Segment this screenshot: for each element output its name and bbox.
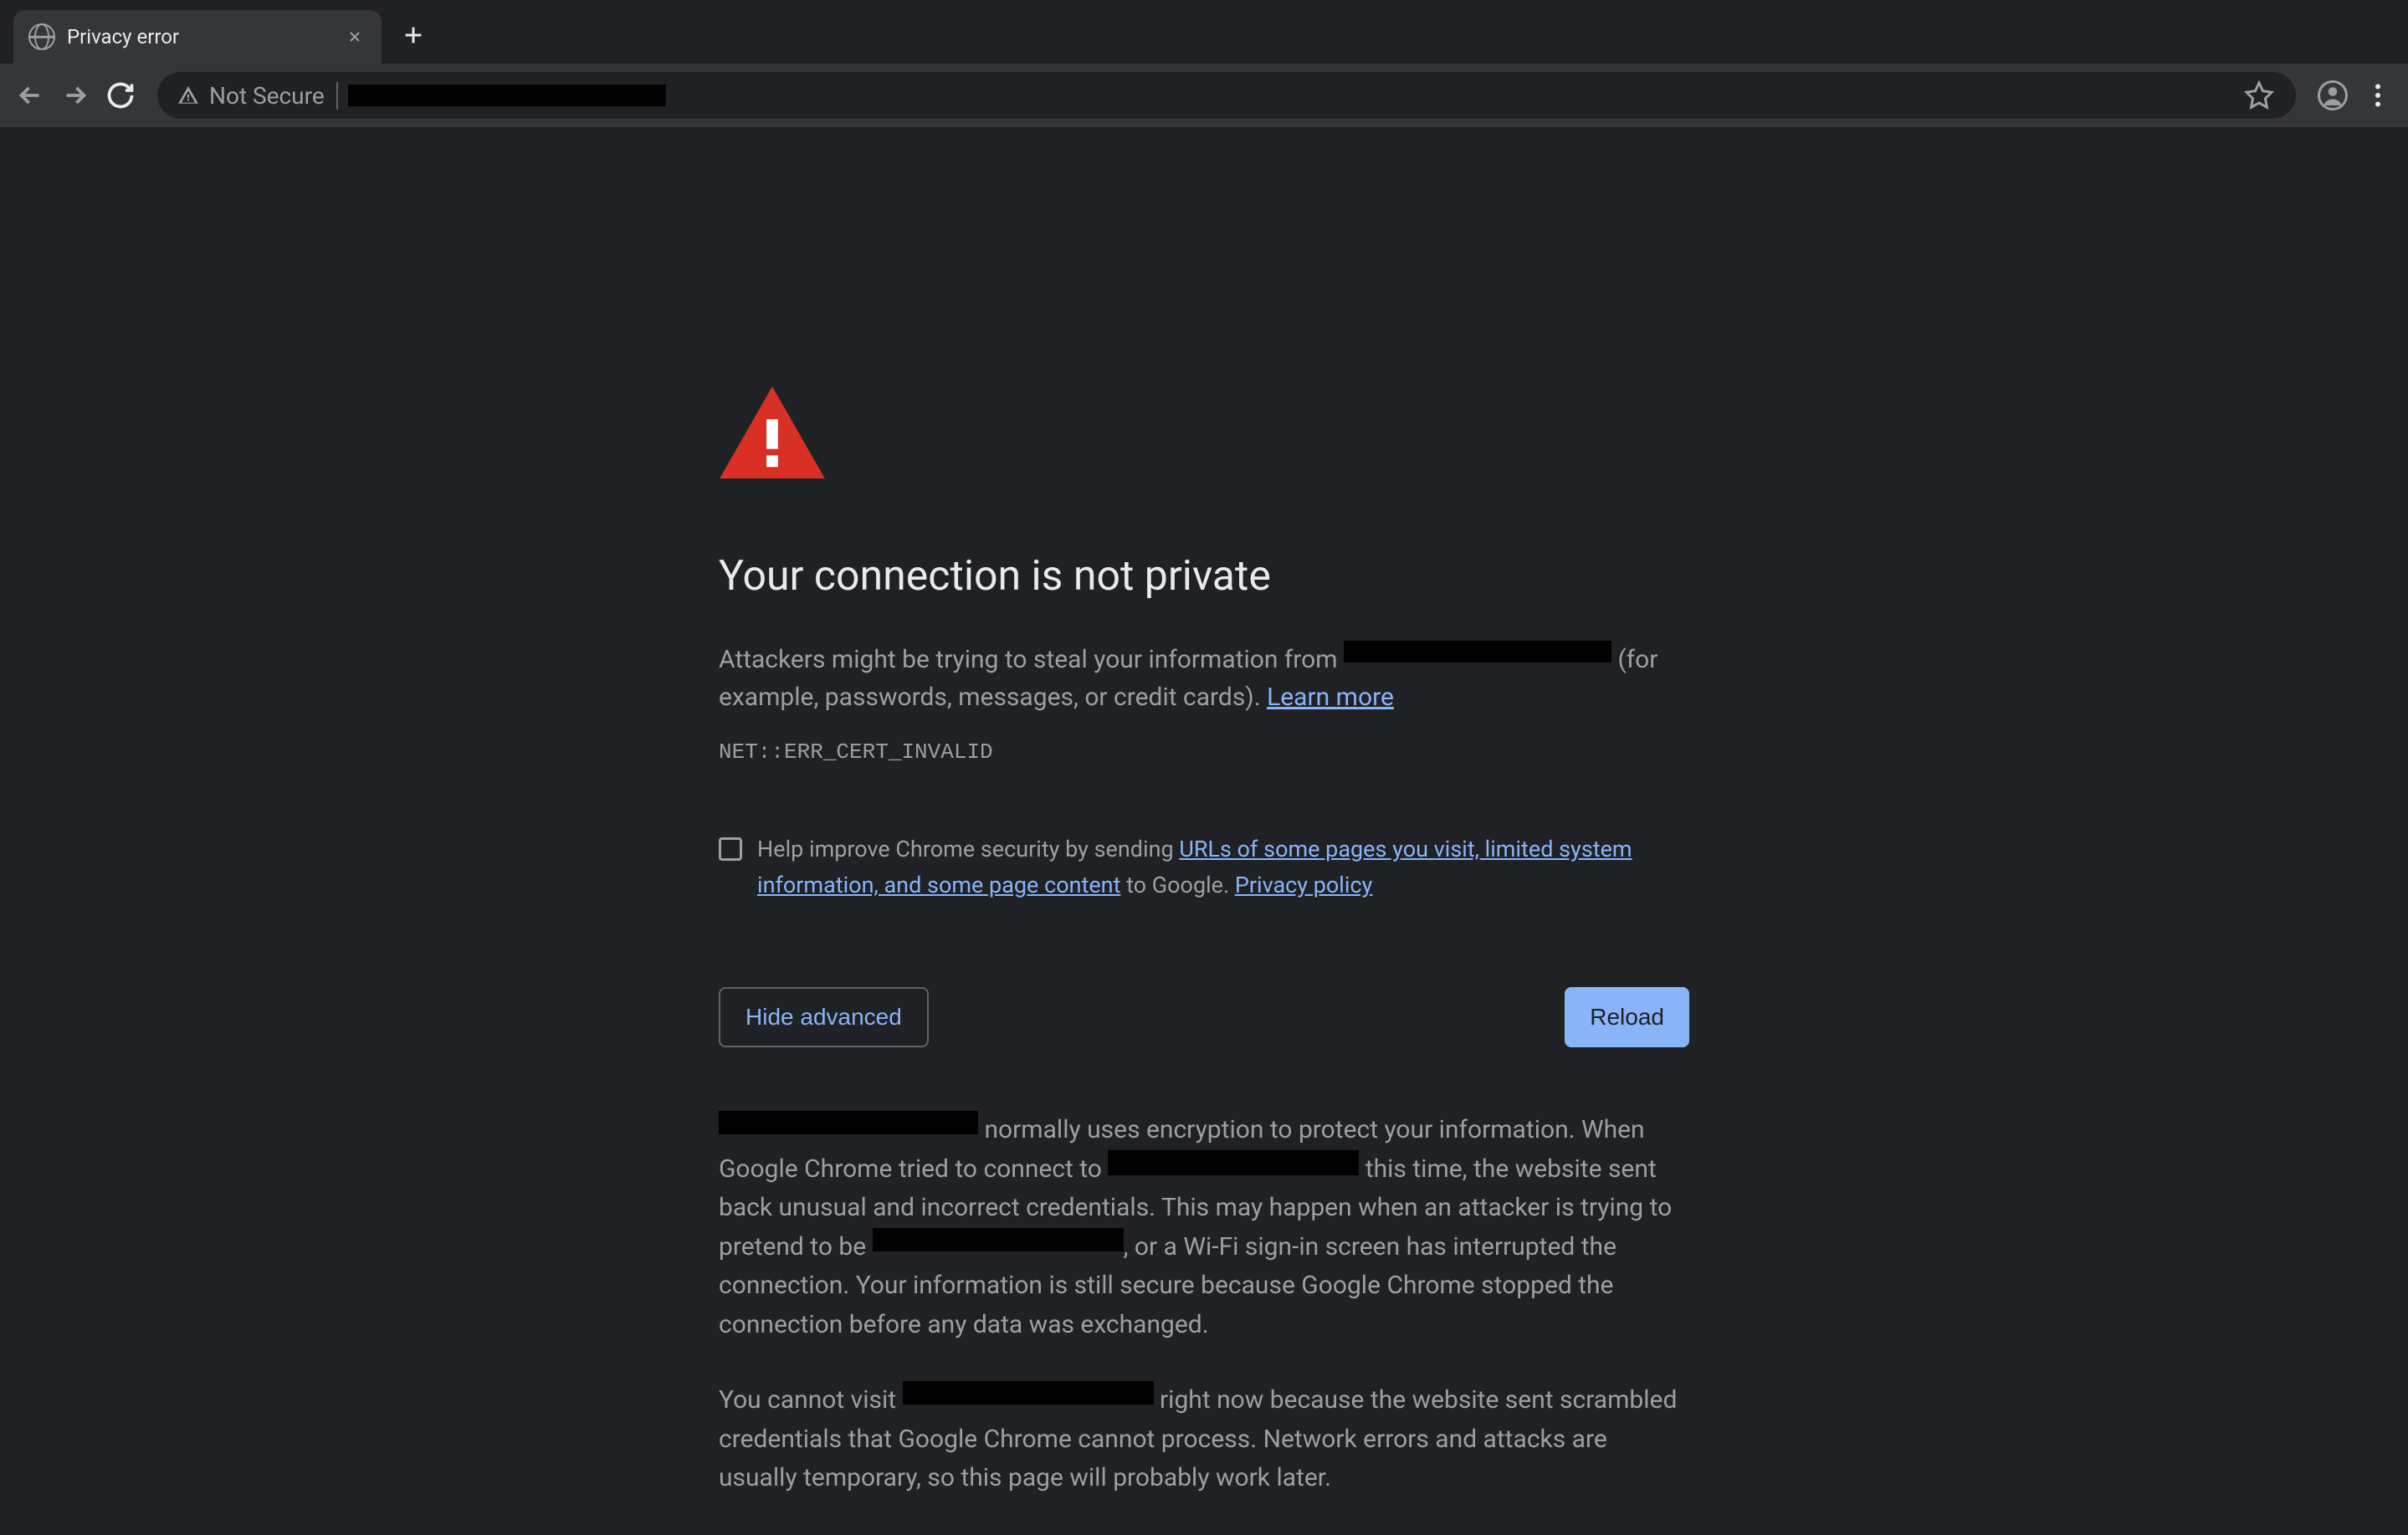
address-bar[interactable]: Not Secure [157, 72, 2296, 119]
close-tab-button[interactable] [343, 25, 366, 49]
profile-button[interactable] [2316, 79, 2349, 112]
help-improve-row: Help improve Chrome security by sending … [719, 831, 1689, 903]
tab-title: Privacy error [67, 25, 331, 49]
warning-icon [719, 386, 1689, 482]
hide-advanced-button[interactable]: Hide advanced [719, 987, 929, 1047]
warning-triangle-icon [177, 84, 199, 106]
error-description: Attackers might be trying to steal your … [719, 641, 1689, 716]
new-tab-button[interactable] [393, 15, 433, 55]
menu-button[interactable] [2361, 79, 2395, 112]
toolbar: Not Secure [0, 64, 2408, 127]
error-heading: Your connection is not private [719, 552, 1689, 601]
advanced-explanation-1: x normally uses encryption to protect yo… [719, 1111, 1689, 1344]
reload-page-button[interactable]: Reload [1565, 987, 1689, 1047]
bookmark-button[interactable] [2242, 79, 2276, 112]
help-checkbox[interactable] [719, 837, 742, 861]
security-label: Not Secure [209, 82, 325, 110]
redacted-domain: x [1344, 641, 1611, 663]
tab-bar: Privacy error [0, 0, 2408, 64]
redacted-domain: x [1108, 1150, 1359, 1175]
url-text [348, 84, 666, 106]
back-button[interactable] [13, 79, 47, 112]
redacted-domain: x [903, 1381, 1154, 1405]
privacy-policy-link[interactable]: Privacy policy [1235, 872, 1373, 898]
globe-icon [28, 23, 55, 50]
forward-button[interactable] [59, 79, 92, 112]
redacted-domain: x [873, 1228, 1124, 1251]
security-indicator[interactable]: Not Secure [177, 82, 338, 110]
tab-active[interactable]: Privacy error [13, 10, 382, 64]
reload-button[interactable] [104, 79, 137, 112]
error-code: NET::ERR_CERT_INVALID [719, 739, 1689, 765]
advanced-explanation-2: You cannot visit x right now because the… [719, 1381, 1689, 1498]
redacted-domain: x [719, 1111, 978, 1134]
learn-more-link[interactable]: Learn more [1267, 683, 1394, 712]
